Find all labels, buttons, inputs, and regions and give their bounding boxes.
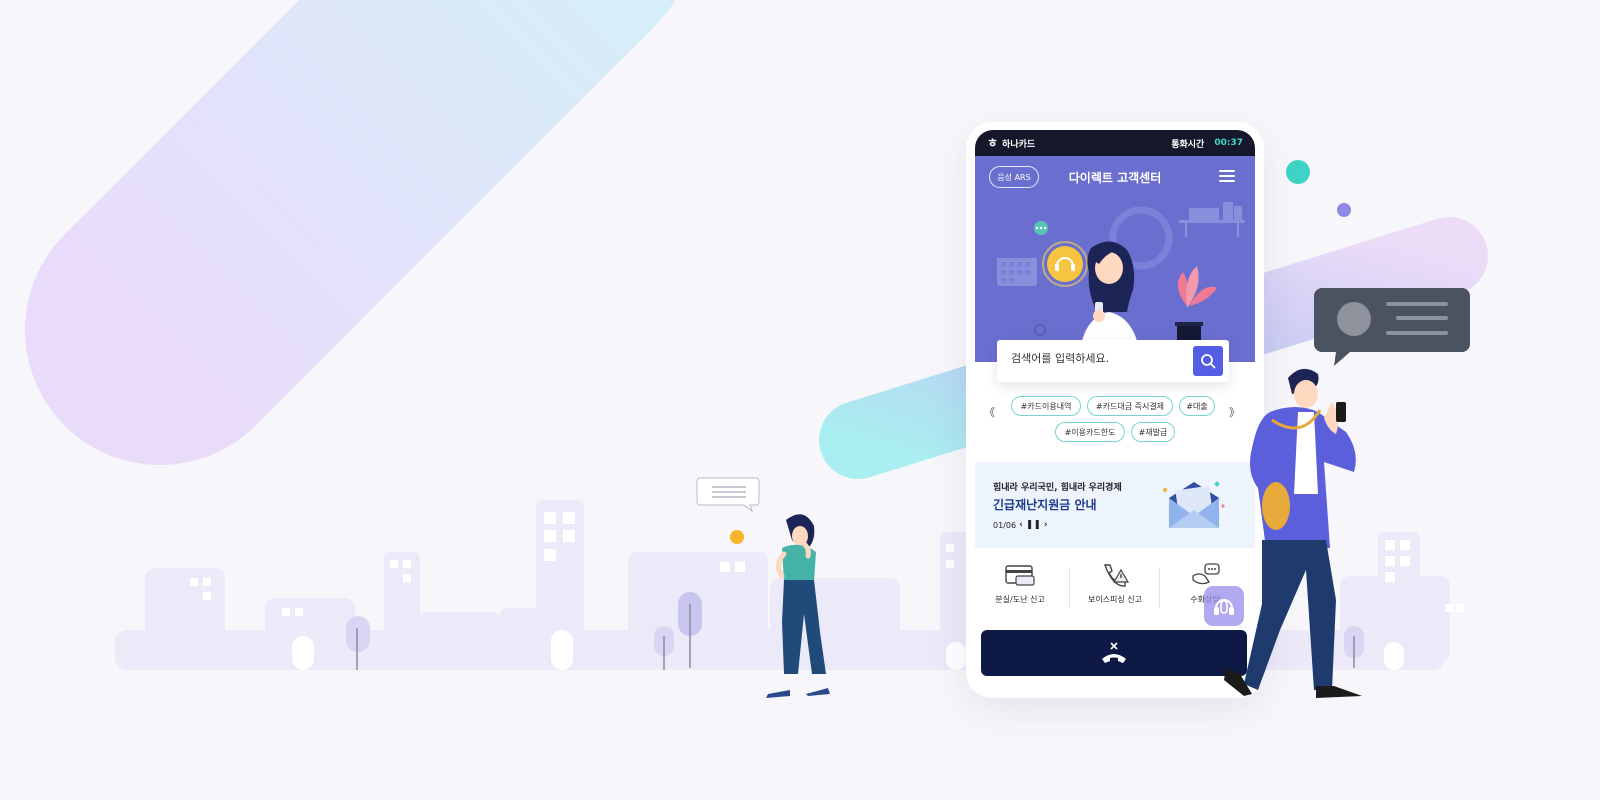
- page-title: 다이렉트 고객센터: [1068, 171, 1162, 185]
- banner-pagination: 01/06 ‹ ❚❚ ›: [993, 520, 1048, 530]
- notice-banner[interactable]: 힘내라 우리국민, 힘내라 우리경제 긴급재난지원금 안내 01/06 ‹ ❚❚…: [975, 462, 1255, 548]
- banner-next-icon[interactable]: ›: [1044, 520, 1048, 530]
- call-time-label: 통화시간: [1171, 139, 1205, 150]
- phone-warning-icon: [1104, 564, 1130, 587]
- banner-page-count: 01/06: [993, 520, 1017, 530]
- brand-name: 하나카드: [1002, 139, 1036, 150]
- hana-logo-icon: ㅎ: [987, 136, 999, 150]
- sign-language-icon: [1192, 563, 1220, 585]
- envelope-icon: [1163, 481, 1225, 528]
- status-bar: ㅎ 하나카드 통화시간 00:37: [975, 130, 1255, 156]
- hashtag-item[interactable]: #대출: [1179, 396, 1215, 416]
- search-button[interactable]: [1193, 346, 1223, 376]
- quick-item-label: 분실/도난 신고: [995, 595, 1045, 604]
- hashtag-item[interactable]: #이용카드한도: [1055, 422, 1125, 442]
- search-icon: [1201, 354, 1216, 369]
- end-call-button[interactable]: [981, 630, 1247, 676]
- banner-subtitle: 힘내라 우리국민, 힘내라 우리경제: [993, 483, 1122, 493]
- search-input[interactable]: [1011, 352, 1181, 365]
- quick-item-voice-phishing[interactable]: 보이스피싱 신고: [1070, 556, 1160, 622]
- banner-pause-icon[interactable]: ❚❚: [1026, 520, 1041, 530]
- hamburger-menu-icon[interactable]: [1219, 170, 1235, 184]
- hashtag-item[interactable]: #카드이용내역: [1011, 396, 1081, 416]
- tags-next-icon[interactable]: 》: [1229, 404, 1240, 420]
- hero-section: 음성 ARS 다이렉트 고객센터: [975, 156, 1255, 362]
- hashtag-item[interactable]: #재발급: [1131, 422, 1175, 442]
- call-time-value: 00:37: [1214, 138, 1243, 148]
- brand: ㅎ 하나카드: [987, 137, 1035, 150]
- quick-item-label: 보이스피싱 신고: [1087, 595, 1143, 604]
- search-box: [997, 340, 1229, 382]
- counselor-fab-button[interactable]: [1204, 586, 1244, 626]
- hashtag-item[interactable]: #카드대금 즉시결제: [1087, 396, 1173, 416]
- page-stage: ㅎ 하나카드 통화시간 00:37 음성 ARS 다이렉트 고객센터 검색어를 …: [0, 0, 1600, 800]
- card-icon: [1005, 565, 1035, 586]
- quick-item-lost-card[interactable]: 분실/도난 신고: [975, 556, 1065, 622]
- hashtag-list: 《 #카드이용내역 #카드대금 즉시결제 #대출 》 #이용카드한도 #재발급: [975, 396, 1255, 452]
- banner-prev-icon[interactable]: ‹: [1019, 520, 1023, 530]
- hang-up-icon: [1102, 642, 1126, 663]
- tags-prev-icon[interactable]: 《: [984, 404, 995, 420]
- headset-icon: [1214, 599, 1234, 615]
- background-illustration: [25, 0, 1488, 670]
- banner-title: 긴급재난지원금 안내: [993, 498, 1097, 512]
